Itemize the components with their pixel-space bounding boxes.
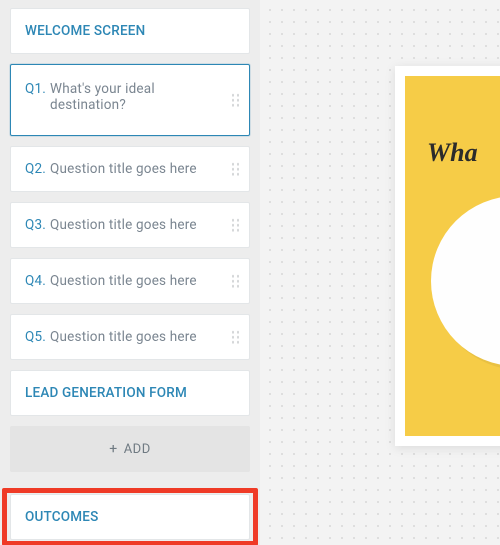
drag-handle-icon[interactable] xyxy=(232,163,240,176)
preview-title: Wha xyxy=(427,138,478,168)
preview-circle xyxy=(431,196,500,366)
question-card-4[interactable]: Q4. Question title goes here xyxy=(10,258,250,304)
preview-slide: Wha xyxy=(405,76,500,436)
preview-card[interactable]: Wha xyxy=(395,66,500,446)
questions-list: Q1. What's your ideal destination? Q2. Qu… xyxy=(10,64,250,360)
question-title: What's your ideal destination? xyxy=(50,81,215,113)
outcomes-label: OUTCOMES xyxy=(25,509,99,525)
outcomes-card[interactable]: OUTCOMES xyxy=(10,494,250,540)
lead-generation-card[interactable]: LEAD GENERATION FORM xyxy=(10,370,250,416)
question-title: Question title goes here xyxy=(50,161,197,177)
drag-handle-icon[interactable] xyxy=(232,275,240,288)
question-number: Q2. xyxy=(25,161,46,177)
drag-handle-icon[interactable] xyxy=(232,331,240,344)
add-label: ADD xyxy=(124,442,151,457)
drag-handle-icon[interactable] xyxy=(232,219,240,232)
question-number: Q4. xyxy=(25,273,46,289)
question-card-5[interactable]: Q5. Question title goes here xyxy=(10,314,250,360)
welcome-screen-card[interactable]: WELCOME SCREEN xyxy=(10,8,250,54)
lead-generation-label: LEAD GENERATION FORM xyxy=(25,385,187,401)
drag-handle-icon[interactable] xyxy=(232,94,240,107)
question-number: Q5. xyxy=(25,329,46,345)
question-card-1[interactable]: Q1. What's your ideal destination? xyxy=(10,64,250,136)
question-card-3[interactable]: Q3. Question title goes here xyxy=(10,202,250,248)
question-title: Question title goes here xyxy=(50,273,197,289)
question-number: Q3. xyxy=(25,217,46,233)
question-card-2[interactable]: Q2. Question title goes here xyxy=(10,146,250,192)
question-title: Question title goes here xyxy=(50,217,197,233)
add-button[interactable]: + ADD xyxy=(10,426,250,472)
question-number: Q1. xyxy=(25,81,46,97)
preview-canvas: Wha xyxy=(260,0,500,545)
plus-icon: + xyxy=(109,441,117,457)
sidebar: WELCOME SCREEN Q1. What's your ideal des… xyxy=(0,0,260,545)
welcome-screen-label: WELCOME SCREEN xyxy=(25,23,145,39)
question-title: Question title goes here xyxy=(50,329,197,345)
outcomes-section: OUTCOMES xyxy=(10,494,250,540)
